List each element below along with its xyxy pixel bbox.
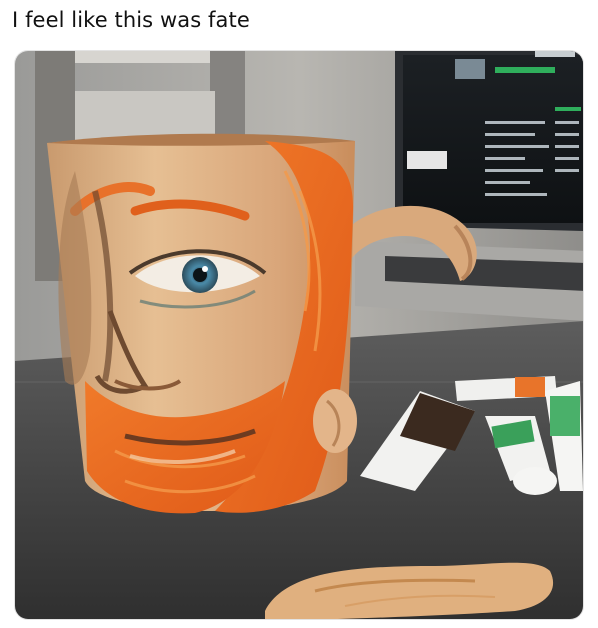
photo-illustration [15,51,583,619]
meme-post: I feel like this was fate [0,0,598,628]
meme-photo[interactable] [14,50,584,620]
post-caption: I feel like this was fate [12,8,250,32]
